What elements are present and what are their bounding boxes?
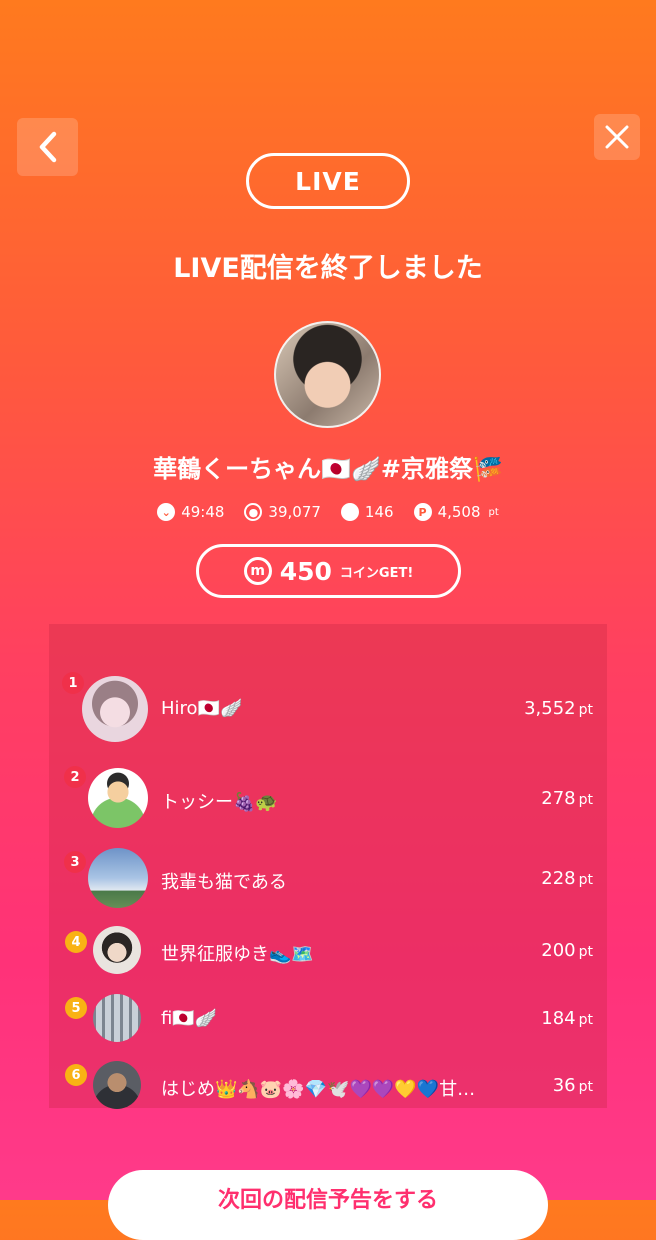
stat-points: P 4,508 pt <box>413 503 499 521</box>
user-points-value: 36 <box>552 1075 576 1096</box>
coin-label: コインGET! <box>339 565 414 581</box>
stat-duration: ⌄ 49:48 <box>157 503 224 521</box>
stat-points-value: 4,508 <box>437 503 481 521</box>
stats-row: ⌄ 49:48 ● 39,077 146 P 4,508 pt <box>0 503 656 521</box>
ranking-row[interactable]: 6 はじめ👑🐴🐷🌸💎🕊️💜💜💛💙甘… 36 pt <box>49 1061 607 1109</box>
user-name: 我輩も猫である <box>161 872 287 893</box>
live-badge: LIVE <box>246 153 410 209</box>
ranking-list: 1 Hiro🇯🇵🪽 3,552 pt 2 トッシー🍇🐢 278 pt 3 我輩も猫で… <box>49 624 607 1109</box>
user-points-value: 228 <box>541 868 576 889</box>
back-button[interactable] <box>17 118 78 176</box>
live-badge-label: LIVE <box>295 166 361 196</box>
user-points: 3,552 pt <box>524 698 593 719</box>
user-points-unit: pt <box>578 872 593 888</box>
user-avatar <box>93 926 141 974</box>
user-avatar <box>88 768 148 828</box>
ranking-row[interactable]: 3 我輩も猫である 228 pt <box>49 848 607 908</box>
schedule-next-live-label: 次回の配信予告をする <box>217 1188 438 1213</box>
user-points-value: 200 <box>541 940 576 961</box>
close-button[interactable] <box>594 114 640 160</box>
user-name: 世界征服ゆき👟🗺️ <box>161 944 314 965</box>
user-name: トッシー🍇🐢 <box>161 792 278 813</box>
ranking-row[interactable]: 1 Hiro🇯🇵🪽 3,552 pt <box>49 672 607 744</box>
user-name: fi🇯🇵🪽 <box>161 1008 218 1029</box>
schedule-next-live-button[interactable]: 次回の配信予告をする <box>108 1170 548 1240</box>
host-avatar <box>274 321 381 428</box>
points-icon: P <box>413 503 432 521</box>
rank-badge: 2 <box>64 766 86 788</box>
user-points: 36 pt <box>553 1075 593 1096</box>
user-points-unit: pt <box>578 702 593 718</box>
user-points-unit: pt <box>578 1012 593 1028</box>
ranking-row[interactable]: 2 トッシー🍇🐢 278 pt <box>49 766 607 828</box>
stat-duration-value: 49:48 <box>181 503 225 521</box>
timer-icon: ⌄ <box>157 503 176 521</box>
coin-amount: 450 <box>279 556 332 586</box>
coin-icon: m <box>243 557 272 585</box>
user-points-value: 3,552 <box>524 698 576 719</box>
rank-badge: 1 <box>62 672 84 694</box>
user-points-value: 184 <box>541 1008 576 1029</box>
close-icon <box>605 125 629 149</box>
chevron-left-icon <box>39 131 56 163</box>
user-avatar <box>93 1061 141 1109</box>
stat-viewers-value: 39,077 <box>268 503 321 521</box>
user-points: 184 pt <box>541 1008 593 1029</box>
user-points: 228 pt <box>541 868 593 889</box>
page-title: LIVE配信を終了しました <box>173 253 483 284</box>
user-avatar <box>93 994 141 1042</box>
ranking-row[interactable]: 5 fi🇯🇵🪽 184 pt <box>49 994 607 1042</box>
user-name: はじめ👑🐴🐷🌸💎🕊️💜💜💛💙甘… <box>161 1079 476 1100</box>
stat-viewers: ● 39,077 <box>244 503 321 521</box>
user-avatar <box>88 848 148 908</box>
user-points-unit: pt <box>578 944 593 960</box>
user-avatar <box>82 676 148 742</box>
viewers-icon: ● <box>244 503 263 521</box>
user-points-unit: pt <box>578 1079 593 1095</box>
rank-badge: 5 <box>65 997 87 1019</box>
user-points-value: 278 <box>541 788 576 809</box>
user-name: Hiro🇯🇵🪽 <box>161 698 243 719</box>
stat-comments: 146 <box>340 503 394 521</box>
user-points-unit: pt <box>578 792 593 808</box>
ranking-row[interactable]: 4 世界征服ゆき👟🗺️ 200 pt <box>49 926 607 974</box>
coin-get-badge: m 450 コインGET! <box>196 544 461 598</box>
user-points: 278 pt <box>541 788 593 809</box>
rank-badge: 6 <box>65 1064 87 1086</box>
rank-badge: 3 <box>64 851 86 873</box>
host-name: 華鶴くーちゃん🇯🇵🪽#京雅祭🎏 <box>153 455 503 483</box>
rank-badge: 4 <box>65 931 87 953</box>
stat-points-unit: pt <box>488 506 499 518</box>
user-points: 200 pt <box>541 940 593 961</box>
stat-comments-value: 146 <box>364 503 394 521</box>
comment-icon <box>340 503 359 521</box>
